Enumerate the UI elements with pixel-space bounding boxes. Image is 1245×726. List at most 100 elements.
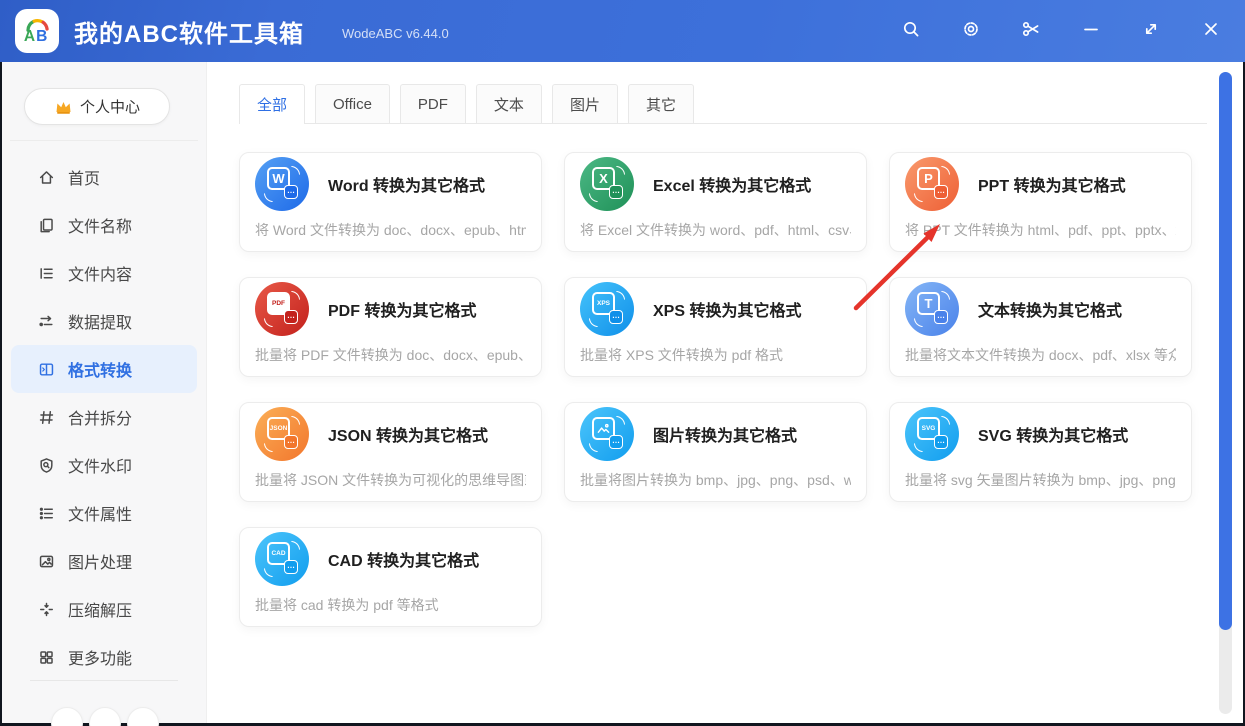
sidebar-item-image-process[interactable]: 图片处理 <box>11 537 197 585</box>
tool-card-image[interactable]: … 图片转换为其它格式批量将图片转换为 bmp、jpg、png、psd、we <box>564 402 867 502</box>
tool-card-excel[interactable]: X… Excel 转换为其它格式将 Excel 文件转换为 word、pdf、ht… <box>564 152 867 252</box>
app-window: A B 我的ABC软件工具箱 WodeABC v6.44.0 个人中心 首页 文件… <box>0 0 1245 726</box>
profile-center-button[interactable]: 个人中心 <box>24 88 170 125</box>
tool-card-json[interactable]: JSON… JSON 转换为其它格式 批量将 JSON 文件转换为可视化的思维导图或… <box>239 402 542 502</box>
tab-image[interactable]: 图片 <box>551 84 618 123</box>
sidebar-item-data-extract[interactable]: 数据提取 <box>11 297 197 345</box>
convert-arrow-icon <box>616 416 625 425</box>
sidebar-bottom-button-1[interactable] <box>51 707 83 726</box>
sidebar-item-label: 数据提取 <box>68 315 133 332</box>
sidebar-item-label: 文件名称 <box>68 219 133 236</box>
pdf-convert-icon: PDF… <box>255 282 309 336</box>
sidebar-bottom-button-2[interactable] <box>89 707 121 726</box>
sidebar: 个人中心 首页文件名称文件内容数据提取格式转换合并拆分文件水印文件属性图片处理压… <box>2 62 207 726</box>
scissors-icon <box>1021 19 1041 44</box>
tab-all[interactable]: 全部 <box>239 84 306 124</box>
sidebar-item-more[interactable]: 更多功能 <box>11 633 197 681</box>
card-head: PDF… PDF 转换为其它格式 <box>255 282 526 336</box>
card-head: W… Word 转换为其它格式 <box>255 157 526 211</box>
card-head: SVG… SVG 转换为其它格式 <box>905 407 1176 461</box>
convert-arrow-icon <box>616 291 625 300</box>
card-title: 图片转换为其它格式 <box>653 428 798 445</box>
sidebar-item-file-name[interactable]: 文件名称 <box>11 201 197 249</box>
card-description: 批量将 svg 矢量图片转换为 bmp、jpg、png、 <box>905 472 1176 488</box>
scrollbar-thumb[interactable] <box>1219 72 1232 630</box>
card-head: X… Excel 转换为其它格式 <box>580 157 851 211</box>
card-badge-text: CAD <box>271 550 286 557</box>
card-description: 批量将 JSON 文件转换为可视化的思维导图或其 <box>255 472 526 488</box>
tool-card-ppt[interactable]: P… PPT 转换为其它格式将 PPT 文件转换为 html、pdf、ppt、pp… <box>889 152 1192 252</box>
sidebar-bottom-button-3[interactable] <box>127 707 159 726</box>
svg-text:B: B <box>36 28 47 45</box>
sidebar-item-label: 图片处理 <box>68 555 133 572</box>
convert-arrow-icon <box>914 318 923 327</box>
tab-office[interactable]: Office <box>315 84 390 123</box>
card-title: JSON 转换为其它格式 <box>328 428 489 445</box>
tab-text[interactable]: 文本 <box>475 84 542 123</box>
scrollbar-track[interactable] <box>1219 72 1232 714</box>
excel-convert-icon: X… <box>580 157 634 211</box>
sidebar-item-file-content[interactable]: 文件内容 <box>11 249 197 297</box>
tab-other[interactable]: 其它 <box>627 84 694 123</box>
titlebar-actions <box>893 0 1229 62</box>
tab-label: PDF <box>417 95 448 113</box>
tool-card-pdf[interactable]: PDF… PDF 转换为其它格式批量将 PDF 文件转换为 doc、docx、ep… <box>239 277 542 377</box>
minimize-button[interactable] <box>1073 13 1109 49</box>
card-badge-text: SVG <box>921 425 936 432</box>
watermark-icon <box>37 456 55 474</box>
sidebar-item-format-convert[interactable]: 格式转换 <box>11 345 197 393</box>
search-button[interactable] <box>893 13 929 49</box>
sidebar-item-home[interactable]: 首页 <box>11 153 197 201</box>
sidebar-item-merge-split[interactable]: 合并拆分 <box>11 393 197 441</box>
card-title: XPS 转换为其它格式 <box>653 303 802 320</box>
convert-arrow-icon <box>264 318 273 327</box>
close-button[interactable] <box>1193 13 1229 49</box>
card-description: 批量将文本文件转换为 docx、pdf、xlsx 等众多 <box>905 347 1176 363</box>
sidebar-item-watermark[interactable]: 文件水印 <box>11 441 197 489</box>
sidebar-item-label: 格式转换 <box>68 363 133 380</box>
card-title: 文本转换为其它格式 <box>978 303 1123 320</box>
category-tabbar: 全部 Office PDF 文本 图片 其它 <box>239 84 1207 124</box>
convert-arrow-icon <box>264 443 273 452</box>
home-icon <box>37 168 55 186</box>
snip-button[interactable] <box>1013 13 1049 49</box>
card-description: 批量将图片转换为 bmp、jpg、png、psd、we <box>580 472 851 488</box>
card-head: … 图片转换为其它格式 <box>580 407 851 461</box>
tool-card-text[interactable]: T… 文本转换为其它格式 批量将文本文件转换为 docx、pdf、xlsx 等众多 <box>889 277 1192 377</box>
file-name-icon <box>37 216 55 234</box>
tool-card-cad[interactable]: CAD… CAD 转换为其它格式 批量将 cad 转换为 pdf 等格式 <box>239 527 542 627</box>
card-title: PPT 转换为其它格式 <box>978 178 1126 195</box>
tab-label: 图片 <box>569 96 600 114</box>
tab-pdf[interactable]: PDF <box>399 84 466 123</box>
convert-arrow-icon <box>291 166 300 175</box>
tool-card-svg[interactable]: SVG… SVG 转换为其它格式批量将 svg 矢量图片转换为 bmp、jpg、p… <box>889 402 1192 502</box>
maximize-button[interactable] <box>1133 13 1169 49</box>
convert-arrow-icon <box>941 416 950 425</box>
tab-label: 全部 <box>257 96 288 114</box>
image-convert-icon: … <box>580 407 634 461</box>
settings-button[interactable] <box>953 13 989 49</box>
convert-arrow-icon <box>291 291 300 300</box>
card-description: 批量将 PDF 文件转换为 doc、docx、epub、ht <box>255 347 526 363</box>
convert-arrow-icon <box>589 193 598 202</box>
tool-card-xps[interactable]: XPS… XPS 转换为其它格式 批量将 XPS 文件转换为 pdf 格式 <box>564 277 867 377</box>
sidebar-menu: 首页文件名称文件内容数据提取格式转换合并拆分文件水印文件属性图片处理压缩解压更多… <box>2 153 206 681</box>
sidebar-item-compress[interactable]: 压缩解压 <box>11 585 197 633</box>
sidebar-divider <box>10 140 198 141</box>
card-description: 将 Excel 文件转换为 word、pdf、html、csv、t <box>580 222 851 238</box>
format-convert-icon <box>37 360 55 378</box>
convert-arrow-icon <box>616 166 625 175</box>
card-badge-text: JSON <box>269 425 288 432</box>
sidebar-item-label: 压缩解压 <box>68 603 133 620</box>
tool-card-word[interactable]: W… Word 转换为其它格式将 Word 文件转换为 doc、docx、epub… <box>239 152 542 252</box>
card-description: 批量将 cad 转换为 pdf 等格式 <box>255 597 439 613</box>
tab-label: 文本 <box>493 96 524 114</box>
svg-text:A: A <box>24 28 35 45</box>
sidebar-item-file-props[interactable]: 文件属性 <box>11 489 197 537</box>
sidebar-item-label: 文件水印 <box>68 459 133 476</box>
convert-arrow-icon <box>914 443 923 452</box>
profile-center-label: 个人中心 <box>79 99 140 116</box>
app-title: 我的ABC软件工具箱 <box>74 21 304 48</box>
main-content: 全部 Office PDF 文本 图片 其它 W… Word 转换为其它格式将 Word 文… <box>208 62 1243 723</box>
card-badge-text: P <box>924 171 933 186</box>
